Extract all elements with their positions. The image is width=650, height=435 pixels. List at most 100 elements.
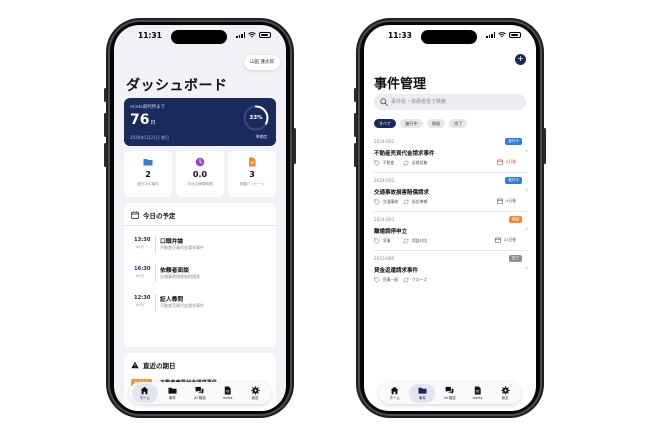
- event-case: 交通事故損害賠償請求: [160, 274, 200, 279]
- filter-chip-in-progress[interactable]: 進行中: [400, 119, 423, 128]
- search-input[interactable]: [391, 94, 521, 110]
- case-days-until: 2日後: [505, 159, 516, 164]
- case-number: 2023-089: [374, 256, 395, 261]
- case-category: 家事: [383, 238, 391, 243]
- case-category: 不動産: [383, 160, 395, 165]
- stat-value: 0.0: [192, 170, 208, 179]
- tab-mints[interactable]: mints: [465, 384, 491, 403]
- tab-cases[interactable]: 事件: [159, 384, 185, 403]
- page-title: 事件管理: [374, 77, 427, 92]
- stat-label: 今月の稼働時間: [187, 182, 213, 186]
- clock-icon: [195, 157, 205, 167]
- event-duration: 60分: [136, 245, 144, 249]
- tab-label: 事件: [168, 395, 176, 400]
- event-time: 12:30: [134, 295, 151, 301]
- filter-chip-completed[interactable]: 完了: [449, 119, 468, 128]
- today-schedule-panel: 今日の予定 13:30 60分 口頭弁論 不動産売買代金請求事件 16:30 6…: [124, 203, 276, 347]
- status-bar: 11:33: [364, 25, 536, 47]
- stat-value: 2: [145, 170, 151, 179]
- home-icon: [140, 386, 149, 394]
- mute-switch: [104, 88, 107, 102]
- tab-mints[interactable]: mints: [215, 384, 241, 403]
- chevron-right-icon: ›: [525, 225, 528, 233]
- tab-settings[interactable]: 設定: [492, 384, 518, 403]
- tab-label: 設定: [251, 395, 259, 400]
- tab-ai-consult[interactable]: AI 相談: [437, 384, 463, 403]
- tag-icon: [374, 277, 380, 283]
- power-button: [543, 128, 546, 164]
- filter-chip-all[interactable]: すべて: [374, 119, 397, 128]
- chevron-right-icon: ›: [525, 147, 528, 155]
- signal-icon: [236, 32, 245, 38]
- mute-switch: [354, 88, 357, 102]
- case-number: 2024-002: [374, 178, 395, 183]
- event-time: 13:30: [134, 237, 151, 243]
- case-management-screen: 11:33 + 事件管理 すべて 進行中 保留 完了: [364, 25, 536, 411]
- case-row[interactable]: 2024-001 進行中 不動産売買代金請求事件 › 不動産 証拠収集 2日後: [374, 138, 528, 177]
- power-button: [293, 128, 296, 164]
- document-icon: [224, 385, 231, 395]
- status-badge: 保留: [508, 216, 522, 223]
- event-title: 依頼者面談: [160, 268, 189, 274]
- calendar-icon: [497, 159, 503, 165]
- status-time: 11:33: [388, 31, 412, 40]
- user-chip[interactable]: 山田 蓮太郎: [244, 55, 280, 70]
- hero-countdown-card[interactable]: mints裁判所まで 76日 2026年5月21日 期日 33% 準備度: [124, 98, 276, 146]
- calendar-icon: [497, 198, 503, 204]
- document-icon: [249, 157, 256, 167]
- volume-up-button: [104, 113, 107, 137]
- case-row[interactable]: 2024-002 進行中 交通事故損害賠償請求 › 交通事故 訴訟準備 9日後: [374, 177, 528, 216]
- schedule-event[interactable]: 16:30 60分 依頼者面談 交通事故損害賠償請求: [124, 263, 276, 289]
- stat-card-documents[interactable]: 3 書類パッケージ: [228, 151, 276, 197]
- volume-down-button: [104, 143, 107, 167]
- sync-icon: [403, 199, 409, 205]
- case-row[interactable]: 2023-089 完了 貸金返還請求事件 › 民事一般 クローズ: [374, 255, 528, 294]
- chevron-right-icon: ›: [525, 186, 528, 194]
- case-stage: 相談対応: [412, 238, 428, 243]
- search-icon: [380, 98, 388, 106]
- tab-home[interactable]: ホーム: [131, 383, 158, 403]
- stat-label: 書類パッケージ: [239, 182, 265, 186]
- case-row[interactable]: 2024-003 保留 離婚調停申立 › 家事 相談対応 13日後: [374, 216, 528, 255]
- case-title: 交通事故損害賠償請求: [374, 190, 430, 196]
- case-title: 貸金返還請求事件: [374, 268, 419, 274]
- case-category: 民事一般: [383, 277, 399, 282]
- event-duration: 60分: [136, 274, 144, 278]
- filter-chip-on-hold[interactable]: 保留: [426, 119, 446, 128]
- tab-settings[interactable]: 設定: [242, 384, 268, 403]
- schedule-event[interactable]: 12:30 60分 証人尋問 不動産売買代金請求事件: [124, 292, 276, 318]
- phone-case-management: 11:33 + 事件管理 すべて 進行中 保留 完了: [354, 18, 546, 418]
- document-icon: [474, 385, 481, 395]
- event-time: 16:30: [134, 266, 151, 272]
- status-badge: 進行中: [505, 138, 522, 145]
- stat-card-active-cases[interactable]: 2 進行中の事件: [124, 151, 172, 197]
- schedule-event[interactable]: 13:30 60分 口頭弁論 不動産売買代金請求事件: [124, 234, 276, 260]
- tab-label: ホーム: [139, 395, 150, 400]
- calendar-icon: [494, 237, 501, 243]
- sync-icon: [403, 277, 409, 283]
- event-case: 不動産売買代金請求事件: [160, 245, 204, 250]
- tab-home[interactable]: ホーム: [382, 384, 408, 403]
- tab-label: 設定: [501, 395, 509, 400]
- case-days-until: 13日後: [503, 237, 516, 242]
- tab-label: mints: [222, 395, 233, 400]
- case-stage: 証拠収集: [412, 160, 428, 165]
- case-stage: 訴訟準備: [412, 199, 428, 204]
- status-filter-chips: すべて 進行中 保留 完了: [374, 119, 468, 128]
- hero-days: 76日: [130, 112, 156, 128]
- stat-label: 進行中の事件: [137, 182, 159, 186]
- search-bar[interactable]: [374, 94, 526, 110]
- tab-ai-consult[interactable]: AI 相談: [187, 384, 213, 403]
- wifi-icon: [498, 32, 506, 38]
- case-number: 2024-001: [374, 139, 395, 144]
- tab-cases[interactable]: 事件: [409, 383, 436, 403]
- volume-down-button: [354, 143, 357, 167]
- case-stage: クローズ: [412, 277, 427, 282]
- stat-card-hours[interactable]: 0.0 今月の稼働時間: [176, 151, 224, 197]
- status-badge: 進行中: [505, 177, 522, 184]
- status-bar: 11:31: [114, 25, 286, 47]
- stat-value: 3: [249, 170, 255, 179]
- add-case-button[interactable]: +: [515, 54, 526, 65]
- chat-icon: [446, 386, 454, 394]
- battery-icon: [509, 32, 521, 38]
